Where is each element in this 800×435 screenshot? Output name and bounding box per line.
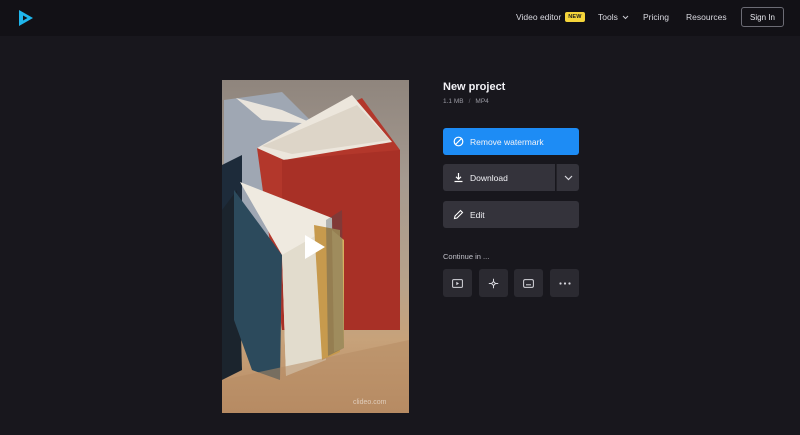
clideo-logo-icon[interactable] [17, 9, 35, 27]
more-icon [558, 281, 571, 285]
chevron-down-icon [564, 175, 572, 180]
remove-watermark-button[interactable]: Remove watermark [443, 128, 579, 155]
continue-in-label: Continue in ... [443, 252, 490, 261]
play-icon[interactable] [303, 234, 327, 260]
preview-watermark: clideo.com [353, 399, 387, 406]
subtitles-icon [523, 278, 534, 288]
download-icon [453, 172, 464, 183]
edit-label: Edit [470, 209, 485, 220]
continue-subtitles-button[interactable] [514, 269, 543, 297]
continue-video-editor-button[interactable] [443, 269, 472, 297]
meta-separator: / [468, 98, 471, 105]
new-badge: NEW [565, 12, 585, 22]
pencil-icon [453, 209, 464, 220]
nav-tools-label: Tools [598, 12, 618, 22]
sign-in-button[interactable]: Sign In [741, 7, 784, 27]
remove-watermark-label: Remove watermark [470, 136, 544, 147]
ai-tool-icon [488, 278, 499, 288]
edit-button[interactable]: Edit [443, 201, 579, 228]
file-format: MP4 [475, 98, 489, 105]
download-options-button[interactable] [556, 164, 579, 191]
project-title: New project [443, 81, 506, 93]
nav-pricing[interactable]: Pricing [643, 12, 669, 22]
nav-resources[interactable]: Resources [686, 12, 727, 22]
more-options-button[interactable] [550, 269, 579, 297]
project-meta: 1.1 MB / MP4 [443, 98, 489, 105]
no-watermark-icon [453, 136, 464, 147]
video-editor-icon [452, 278, 463, 288]
nav-video-editor[interactable]: Video editor NEW [516, 12, 585, 22]
nav-tools[interactable]: Tools [598, 12, 629, 22]
chevron-down-icon [622, 15, 629, 20]
continue-ai-tool-button[interactable] [479, 269, 508, 297]
download-label: Download [470, 172, 508, 183]
file-size: 1.1 MB [443, 98, 464, 105]
download-button[interactable]: Download [443, 164, 555, 191]
top-navigation-bar: Video editor NEW Tools Pricing Resources… [0, 0, 800, 36]
nav-video-editor-label: Video editor [516, 12, 562, 22]
